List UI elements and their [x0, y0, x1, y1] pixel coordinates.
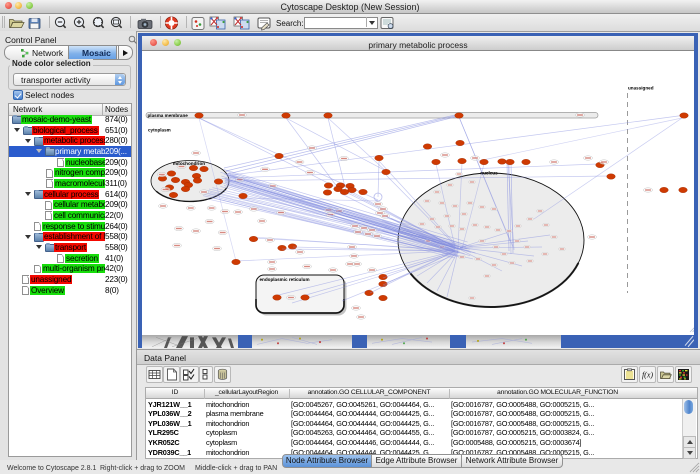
svg-text:endoplasmic reticulum: endoplasmic reticulum — [260, 277, 310, 282]
svg-text:plasma membrane: plasma membrane — [148, 113, 189, 118]
svg-text:unassigned: unassigned — [628, 86, 654, 91]
svg-text:f(x): f(x) — [641, 370, 652, 379]
svg-text:cytoplasm: cytoplasm — [148, 128, 171, 133]
svg-text:mitochondrion: mitochondrion — [173, 161, 205, 166]
svg-text:nucleus: nucleus — [480, 171, 498, 176]
